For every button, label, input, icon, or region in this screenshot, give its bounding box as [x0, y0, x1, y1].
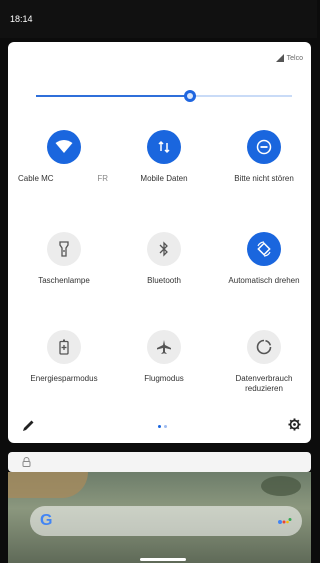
tile-bluetooth[interactable]: Bluetooth [114, 232, 214, 286]
google-search-bar[interactable]: G [30, 506, 302, 536]
home-wallpaper: G [8, 472, 311, 563]
data-saver-icon [247, 330, 281, 364]
tile-data-saver-label-line2: reduzieren [245, 384, 283, 393]
tile-battery-saver[interactable]: Energiesparmodus [14, 330, 114, 384]
tile-data-saver[interactable]: Datenverbrauch reduzieren [214, 330, 314, 394]
carrier-indicator: Telco [275, 54, 303, 62]
tile-battery-saver-label: Energiesparmodus [30, 374, 98, 383]
tile-airplane-label: Flugmodus [144, 374, 184, 383]
tile-auto-rotate-label: Automatisch drehen [228, 276, 300, 285]
status-bar: 18:14 [0, 0, 317, 38]
tile-wifi-label: Cable MC [18, 174, 54, 183]
status-time: 18:14 [10, 14, 33, 24]
quick-settings-panel: Telco Cable MC FR Mobile Daten Bitte nic… [8, 42, 311, 443]
wallpaper-decoration [8, 472, 88, 498]
carrier-name: Telco [286, 54, 303, 62]
do-not-disturb-icon [247, 130, 281, 164]
quick-settings-footer [8, 416, 311, 436]
google-g-icon: G [40, 512, 53, 529]
edit-pencil-icon[interactable] [22, 419, 35, 432]
mobile-data-icon [147, 130, 181, 164]
tile-wifi-sublabel: FR [97, 174, 108, 183]
battery-saver-icon [47, 330, 81, 364]
flashlight-icon [47, 232, 81, 266]
tile-mobile-data[interactable]: Mobile Daten [114, 130, 214, 184]
lock-icon [22, 457, 31, 467]
lockscreen-notification-strip[interactable] [8, 452, 311, 472]
tile-flashlight-label: Taschenlampe [38, 276, 90, 285]
tile-wifi[interactable]: Cable MC FR [14, 130, 114, 184]
wifi-icon [47, 130, 81, 164]
brightness-slider[interactable] [36, 90, 292, 102]
tile-do-not-disturb[interactable]: Bitte nicht stören [214, 130, 314, 184]
tile-data-saver-label: Datenverbrauch [235, 374, 293, 383]
tile-dnd-label: Bitte nicht stören [234, 174, 294, 183]
navigation-gesture-handle[interactable] [140, 558, 186, 561]
signal-icon [275, 54, 284, 62]
wallpaper-decoration [261, 476, 301, 496]
auto-rotate-icon [247, 232, 281, 266]
page-dot-active [158, 425, 161, 428]
assistant-icon[interactable] [278, 517, 292, 525]
tile-auto-rotate[interactable]: Automatisch drehen [214, 232, 314, 286]
tile-airplane-mode[interactable]: Flugmodus [114, 330, 214, 384]
tile-flashlight[interactable]: Taschenlampe [14, 232, 114, 286]
bluetooth-icon [147, 232, 181, 266]
page-indicator [158, 425, 167, 428]
airplane-icon [147, 330, 181, 364]
page-dot [164, 425, 167, 428]
tile-bluetooth-label: Bluetooth [147, 276, 181, 285]
gear-icon[interactable] [288, 418, 301, 431]
tile-mobile-data-label: Mobile Daten [140, 174, 188, 183]
brightness-thumb[interactable] [183, 90, 196, 102]
brightness-fill [36, 95, 190, 97]
